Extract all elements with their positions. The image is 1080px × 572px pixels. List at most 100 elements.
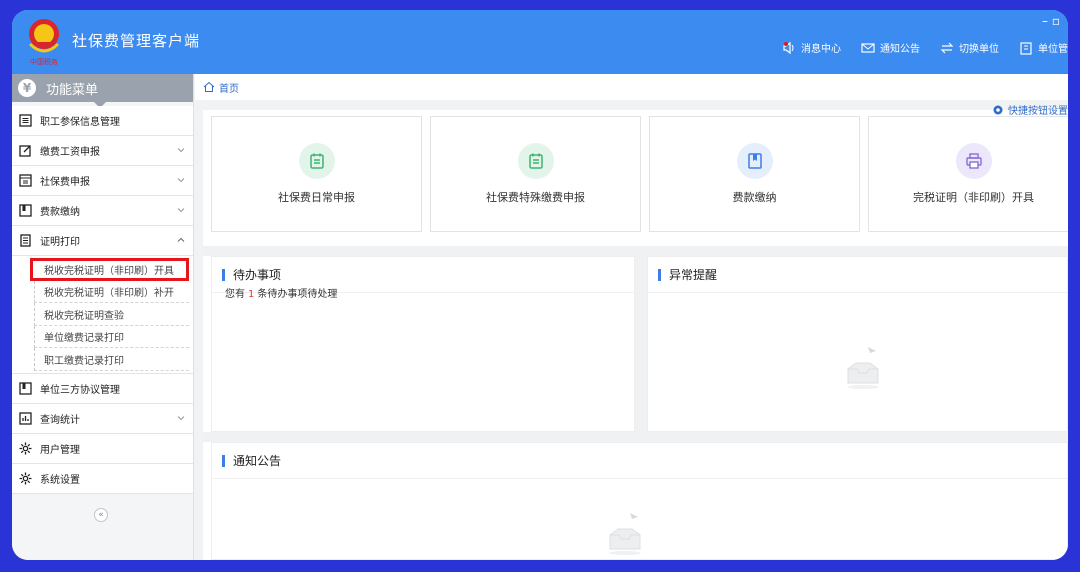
edit-icon <box>19 145 31 157</box>
chevron-down-icon <box>177 148 185 153</box>
submenu-label: 税收完税证明查验 <box>44 310 124 322</box>
list-icon <box>19 114 32 127</box>
separator <box>203 246 1068 256</box>
menu-item-tripartite[interactable]: 单位三方协议管理 <box>12 373 193 404</box>
sidebar-header: ¥ 功能菜单 <box>12 74 193 108</box>
card-tax-cert[interactable]: 完税证明（非印刷）开具 <box>868 116 1068 232</box>
card-icon-wrap <box>955 143 992 179</box>
gear-icon <box>19 472 32 484</box>
menu-item-label: 用户管理 <box>40 444 80 456</box>
menu-item-social-declare[interactable]: 社保费申报 <box>12 166 193 196</box>
top-bar: 中国税务 社保费管理客户端 – ▫ 消息中心 通知公告 切换单位 单位管 <box>12 10 1068 74</box>
sidebar-title: 功能菜单 <box>46 82 99 98</box>
menu-item-label: 职工参保信息管理 <box>40 117 120 128</box>
empty-inbox-icon <box>847 347 879 389</box>
card-daily-declare[interactable]: 社保费日常申报 <box>211 116 422 232</box>
menu-item-user-manage[interactable]: 用户管理 <box>12 433 193 464</box>
card-special-declare[interactable]: 社保费特殊缴费申报 <box>430 116 641 232</box>
card-icon <box>19 204 32 217</box>
todo-panel: 待办事项 您有 1 条待办事项待处理 <box>211 256 635 432</box>
menu-item-label: 费款缴纳 <box>40 207 80 218</box>
notice-button[interactable]: 通知公告 <box>861 40 920 55</box>
unit-manage-button[interactable]: 单位管 <box>1019 40 1068 55</box>
todo-count[interactable]: 1 <box>248 289 254 300</box>
submenu-employee-record-print[interactable]: 职工缴费记录打印 <box>12 348 193 371</box>
submenu-tax-cert-verify[interactable]: 税收完税证明查验 <box>12 303 193 326</box>
panel-header: 异常提醒 <box>648 257 1067 293</box>
menu-item-query-stats[interactable]: 查询统计 <box>12 403 193 434</box>
gear-icon <box>19 442 32 454</box>
todo-title: 待办事项 <box>233 268 282 282</box>
sidebar: ¥ 功能菜单 职工参保信息管理 缴费工资申报 社保费申报 费款缴纳 证明打印 税… <box>12 74 194 560</box>
printer-icon <box>965 153 982 169</box>
switch-unit-button[interactable]: 切换单位 <box>940 40 999 55</box>
menu-item-label: 证明打印 <box>40 237 80 248</box>
separator <box>203 432 1068 442</box>
breadcrumb: 首页 <box>195 74 1068 100</box>
unit-manage-label: 单位管 <box>1038 44 1068 55</box>
submenu-tax-cert-issue[interactable]: 税收完税证明（非印刷）开具 <box>30 258 189 281</box>
form-icon <box>19 174 32 187</box>
menu-item-label: 系统设置 <box>40 474 80 486</box>
alert-title: 异常提醒 <box>669 268 718 282</box>
card-label: 社保费特殊缴费申报 <box>486 191 585 204</box>
breadcrumb-home[interactable]: 首页 <box>219 80 239 95</box>
notice-panel: 通知公告 <box>211 442 1068 560</box>
menu-item-certificate-print[interactable]: 证明打印 <box>12 226 193 256</box>
home-icon <box>203 81 215 92</box>
chart-icon <box>19 411 32 425</box>
menu-item-system-settings[interactable]: 系统设置 <box>12 463 193 494</box>
card-label: 费款缴纳 <box>732 191 777 204</box>
bookmark-icon <box>19 381 32 395</box>
title-accent-bar <box>658 268 661 281</box>
app-title: 社保费管理客户端 <box>72 32 201 50</box>
card-icon-wrap <box>298 143 335 179</box>
submenu-unit-record-print[interactable]: 单位缴费记录打印 <box>12 325 193 349</box>
menu-item-label: 社保费申报 <box>40 177 90 188</box>
window-minimize-icon[interactable]: – ▫ <box>1042 14 1060 28</box>
card-label: 社保费日常申报 <box>278 191 355 204</box>
menu-item-employee-insurance[interactable]: 职工参保信息管理 <box>12 106 193 136</box>
calendar-list-icon <box>528 153 543 169</box>
shortcut-cards: 社保费日常申报 社保费特殊缴费申报 费款缴纳 完税证明（非印刷）开具 <box>211 116 1068 232</box>
bell-icon <box>783 41 794 54</box>
card-icon-wrap <box>517 143 554 179</box>
menu-item-label: 查询统计 <box>40 414 80 426</box>
book-icon <box>747 153 762 169</box>
notice-label: 通知公告 <box>880 44 920 55</box>
menu-item-label: 单位三方协议管理 <box>40 384 120 396</box>
submenu-label: 税收完税证明（非印刷）开具 <box>44 265 174 277</box>
yen-icon: ¥ <box>18 79 36 97</box>
notice-title: 通知公告 <box>233 454 282 468</box>
app-window: 中国税务 社保费管理客户端 – ▫ 消息中心 通知公告 切换单位 单位管 ¥ 功… <box>12 10 1068 560</box>
submenu-label: 职工缴费记录打印 <box>44 355 124 367</box>
svg-text:中国税务: 中国税务 <box>30 57 58 66</box>
menu-item-wage-declare[interactable]: 缴费工资申报 <box>12 136 193 166</box>
empty-inbox-icon <box>609 513 641 555</box>
menu-item-payment[interactable]: 费款缴纳 <box>12 196 193 226</box>
title-accent-bar <box>222 268 225 281</box>
calendar-list-icon <box>309 153 324 169</box>
card-icon-wrap <box>736 143 773 179</box>
chevron-down-icon <box>177 415 185 420</box>
message-center-label: 消息中心 <box>801 44 841 55</box>
print-doc-icon <box>20 234 31 247</box>
todo-suffix: 条待办事项待处理 <box>257 289 338 300</box>
building-icon <box>1020 41 1032 55</box>
main-content: 首页 快捷按钮设置 社保费日常申报 社保费特殊缴费申报 费款缴纳 完税证明（非印… <box>195 74 1068 560</box>
certificate-submenu: 税收完税证明（非印刷）开具 税收完税证明（非印刷）补开 税收完税证明查验 单位缴… <box>12 256 193 374</box>
todo-prefix: 您有 <box>225 289 245 300</box>
tax-emblem-logo: 中国税务 <box>28 19 60 66</box>
message-center-button[interactable]: 消息中心 <box>782 40 841 55</box>
sidebar-collapse-button[interactable]: « <box>94 508 108 522</box>
submenu-tax-cert-reissue[interactable]: 税收完税证明（非印刷）补开 <box>12 280 193 304</box>
submenu-label: 单位缴费记录打印 <box>44 333 124 345</box>
switch-unit-label: 切换单位 <box>959 44 999 55</box>
switch-icon <box>940 42 954 53</box>
chevron-down-icon <box>177 208 185 213</box>
panel-header: 通知公告 <box>212 443 1067 479</box>
quick-button-settings[interactable]: 快捷按钮设置 <box>992 102 1068 117</box>
gear-icon <box>993 105 1003 114</box>
card-payment[interactable]: 费款缴纳 <box>649 116 860 232</box>
separator <box>635 256 647 432</box>
